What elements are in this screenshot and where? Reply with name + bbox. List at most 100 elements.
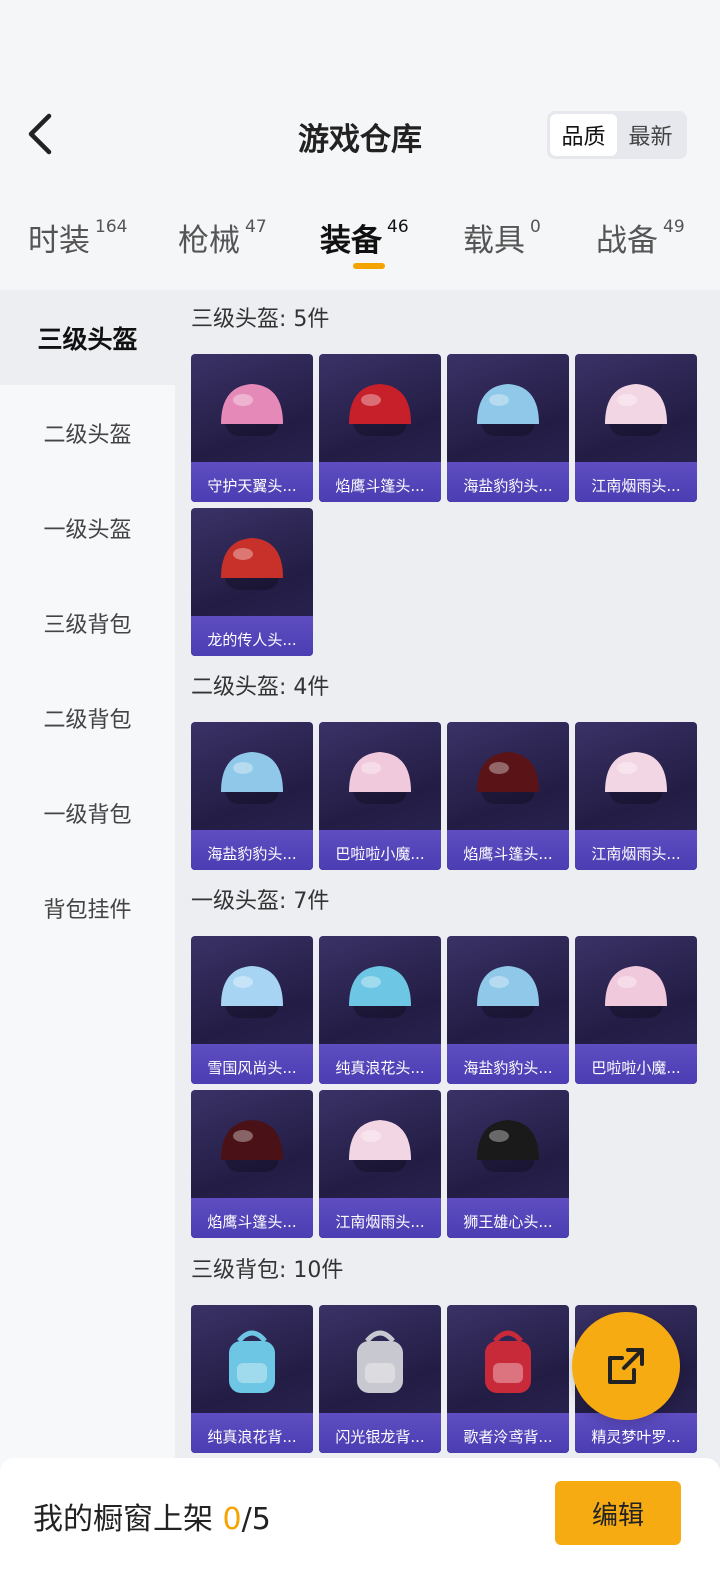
tab-count: 49	[663, 217, 685, 237]
showcase-status: 我的橱窗上架 0/5	[33, 1494, 271, 1538]
sort-option-newest[interactable]: 最新	[617, 114, 684, 156]
tab-fashion[interactable]: 时装 164	[28, 215, 127, 260]
tab-label: 装备	[320, 223, 382, 259]
showcase-current-count: 0	[222, 1502, 242, 1537]
tab-label: 时装	[28, 223, 90, 259]
item-card-label: 海盐豹豹头...	[463, 477, 553, 495]
item-card-label: 闪光银龙背...	[335, 1428, 425, 1446]
item-card-label: 纯真浪花背...	[207, 1428, 297, 1446]
item-card[interactable]: 歌者泠鸢背...	[447, 1305, 569, 1453]
helmet-blue-icon	[477, 384, 539, 436]
item-card[interactable]: 焰鹰斗篷头...	[319, 354, 441, 502]
sidebar-item-backpack-charm[interactable]: 背包挂件	[0, 860, 175, 955]
helmet-blue-icon	[477, 966, 539, 1018]
helmet-red-gold-icon	[221, 538, 283, 590]
tab-equipment[interactable]: 装备 46	[320, 215, 409, 260]
section-level1-helmet: 一级头盔: 7件 雪国风尚头... 纯真浪花头... 海盐豹豹头... 巴啦啦小魔..…	[191, 882, 711, 1238]
header: 游戏仓库 品质 最新 时装 164 枪械 47 装备 46 载具 0 战备 49	[0, 0, 720, 290]
tab-label: 载具	[463, 223, 525, 259]
sidebar-item-level2-backpack[interactable]: 二级背包	[0, 670, 175, 765]
item-card-label: 焰鹰斗篷头...	[335, 477, 425, 495]
item-card[interactable]: 雪国风尚头...	[191, 936, 313, 1084]
tab-guns[interactable]: 枪械 47	[178, 215, 267, 260]
item-card-label: 焰鹰斗篷头...	[463, 845, 553, 863]
showcase-label: 我的橱窗上架	[33, 1502, 213, 1537]
sidebar-item-level3-helmet[interactable]: 三级头盔	[0, 290, 175, 385]
item-list[interactable]: 三级头盔: 5件 守护天翼头... 焰鹰斗篷头... 海盐豹豹头... 江南烟雨头..…	[175, 290, 720, 1470]
helmet-pink-bow-icon	[349, 752, 411, 804]
section-level2-helmet: 二级头盔: 4件 海盐豹豹头... 巴啦啦小魔... 焰鹰斗篷头... 江南烟雨头..…	[191, 668, 711, 870]
helmet-pink-bow-icon	[605, 966, 667, 1018]
item-card[interactable]: 江南烟雨头...	[319, 1090, 441, 1238]
tab-label: 战备	[596, 223, 658, 259]
category-tabs: 时装 164 枪械 47 装备 46 载具 0 战备 49	[0, 205, 720, 285]
backpack-silver-dragon-icon	[357, 1330, 403, 1393]
sidebar-item-level3-backpack[interactable]: 三级背包	[0, 575, 175, 670]
item-card[interactable]: 海盐豹豹头...	[447, 936, 569, 1084]
item-card[interactable]: 巴啦啦小魔...	[575, 936, 697, 1084]
helmet-wave-icon	[349, 966, 411, 1018]
section-title: 三级背包: 10件	[191, 1258, 344, 1283]
share-icon	[608, 1348, 644, 1384]
item-card-label: 精灵梦叶罗...	[591, 1428, 681, 1446]
backpack-wave-icon	[229, 1330, 275, 1393]
item-card-label: 巴啦啦小魔...	[591, 1059, 681, 1077]
item-card-label: 海盐豹豹头...	[207, 845, 297, 863]
item-card[interactable]: 海盐豹豹头...	[191, 722, 313, 870]
tab-count: 164	[95, 217, 128, 237]
helmet-red-black-icon	[221, 1120, 283, 1172]
sidebar-item-level2-helmet[interactable]: 二级头盔	[0, 385, 175, 480]
share-button[interactable]	[572, 1312, 680, 1420]
tab-vehicles[interactable]: 载具 0	[463, 215, 541, 260]
helmet-black-gold-icon	[477, 1120, 539, 1172]
section-title: 三级头盔: 5件	[191, 307, 330, 332]
helmet-blue-icon	[221, 752, 283, 804]
item-card-label: 龙的传人头...	[207, 631, 297, 649]
item-card[interactable]: 江南烟雨头...	[575, 354, 697, 502]
item-grid: 雪国风尚头... 纯真浪花头... 海盐豹豹头... 巴啦啦小魔... 焰鹰斗篷头...…	[191, 936, 711, 1238]
item-card-label: 歌者泠鸢背...	[463, 1428, 553, 1446]
helmet-red-black-icon	[349, 384, 411, 436]
item-card[interactable]: 江南烟雨头...	[575, 722, 697, 870]
item-card[interactable]: 焰鹰斗篷头...	[447, 722, 569, 870]
item-card[interactable]: 巴啦啦小魔...	[319, 722, 441, 870]
item-card[interactable]: 纯真浪花背...	[191, 1305, 313, 1453]
helmet-white-pink-icon	[349, 1120, 411, 1172]
backpack-red-icon	[485, 1330, 531, 1393]
helmet-snow-icon	[221, 966, 283, 1018]
item-card-label: 江南烟雨头...	[335, 1213, 425, 1231]
helmet-white-pink-icon	[605, 752, 667, 804]
helmet-pink-icon	[221, 384, 283, 436]
item-card[interactable]: 狮王雄心头...	[447, 1090, 569, 1238]
edit-button[interactable]: 编辑	[555, 1481, 681, 1545]
tab-battle-prep[interactable]: 战备 49	[596, 215, 685, 260]
sort-toggle[interactable]: 品质 最新	[547, 111, 687, 159]
section-level3-helmet: 三级头盔: 5件 守护天翼头... 焰鹰斗篷头... 海盐豹豹头... 江南烟雨头..…	[191, 300, 711, 656]
sort-option-quality[interactable]: 品质	[550, 114, 617, 156]
item-card[interactable]: 龙的传人头...	[191, 508, 313, 656]
item-card-label: 焰鹰斗篷头...	[207, 1213, 297, 1231]
tab-label: 枪械	[178, 223, 240, 259]
item-card-label: 海盐豹豹头...	[463, 1059, 553, 1077]
tab-count: 47	[245, 217, 267, 237]
item-card[interactable]: 海盐豹豹头...	[447, 354, 569, 502]
item-card[interactable]: 守护天翼头...	[191, 354, 313, 502]
helmet-red-black-icon	[477, 752, 539, 804]
item-card[interactable]: 纯真浪花头...	[319, 936, 441, 1084]
showcase-total-count: /5	[241, 1502, 271, 1537]
section-title: 一级头盔: 7件	[191, 889, 330, 914]
item-grid: 海盐豹豹头... 巴啦啦小魔... 焰鹰斗篷头... 江南烟雨头...	[191, 722, 711, 870]
sidebar-item-level1-backpack[interactable]: 一级背包	[0, 765, 175, 860]
item-card[interactable]: 焰鹰斗篷头...	[191, 1090, 313, 1238]
item-card-label: 狮王雄心头...	[463, 1213, 553, 1231]
active-tab-indicator	[353, 263, 385, 269]
sidebar-item-level1-helmet[interactable]: 一级头盔	[0, 480, 175, 575]
tab-count: 0	[530, 217, 541, 237]
item-card-label: 雪国风尚头...	[207, 1059, 297, 1077]
bottom-bar: 我的橱窗上架 0/5 编辑	[0, 1458, 720, 1584]
sidebar: 三级头盔 二级头盔 一级头盔 三级背包 二级背包 一级背包 背包挂件	[0, 290, 175, 1470]
item-card-label: 纯真浪花头...	[335, 1059, 425, 1077]
item-card-label: 江南烟雨头...	[591, 477, 681, 495]
item-card[interactable]: 闪光银龙背...	[319, 1305, 441, 1453]
item-card-label: 江南烟雨头...	[591, 845, 681, 863]
